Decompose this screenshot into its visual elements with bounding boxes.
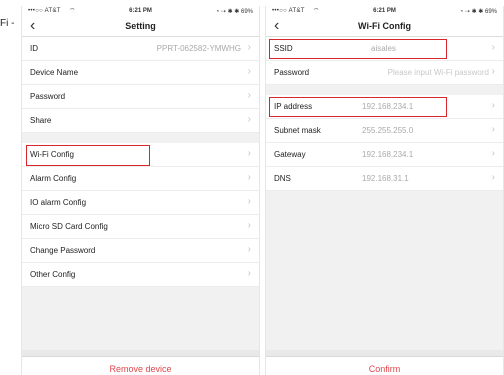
ip-address-label: IP address [274,102,313,111]
password-row[interactable]: Password Please input Wi-Fi password › [266,61,503,85]
gateway-row[interactable]: Gateway 192.168.234.1 › [266,143,503,167]
chevron-right-icon: › [491,124,495,135]
dns-value: 192.168.31.1 [362,174,409,183]
highlight-box [269,39,447,59]
chevron-right-icon: › [247,172,251,183]
settings-row-device-name[interactable]: Device Name › [22,61,259,85]
password-field[interactable]: Please input Wi-Fi password [388,68,489,77]
gateway-value: 192.168.234.1 [362,150,414,159]
chevron-right-icon: › [491,66,495,77]
battery-indicator: ◔ ⇢ ✱ ✱ 69% [216,8,253,15]
chevron-right-icon: › [247,148,251,159]
battery-text: ◔ ⇢ ✱ ✱ 69% [459,9,497,15]
chevron-right-icon: › [491,100,495,111]
remove-device-button[interactable]: Remove device [22,356,259,375]
chevron-right-icon: › [247,196,251,207]
dns-label: DNS [274,174,291,183]
subnet-mask-label: Subnet mask [274,126,321,135]
row-label: Share [30,116,52,125]
ssid-row[interactable]: SSID aisales › [266,37,503,61]
dns-row[interactable]: DNS 192.168.31.1 › [266,167,503,191]
subnet-mask-value: 255.255.255.0 [362,126,414,135]
ip-address-value: 192.168.234.1 [362,102,414,111]
settings-row-change-password[interactable]: Change Password › [22,239,259,263]
cropped-edge-text: Fi - [0,18,15,29]
ip-address-row[interactable]: IP address 192.168.234.1 › [266,95,503,119]
row-label: Device Name [30,68,79,77]
chevron-right-icon: › [247,90,251,101]
row-label: Micro SD Card Config [30,222,108,231]
settings-screen: •••○○ AT&T ⌔ 6:21 PM ◔ ⇢ ✱ ✱ 69% ‹ Setti… [21,6,260,375]
settings-row-id[interactable]: ID PPRT-062582-YMWHG › [22,37,259,61]
settings-row-sd-card-config[interactable]: Micro SD Card Config › [22,215,259,239]
settings-row-io-alarm-config[interactable]: IO alarm Config › [22,191,259,215]
chevron-right-icon: › [247,244,251,255]
subnet-mask-row[interactable]: Subnet mask 255.255.255.0 › [266,119,503,143]
chevron-right-icon: › [247,114,251,125]
row-label: Alarm Config [30,174,77,183]
page-title: Setting [125,21,156,31]
row-label: Other Config [30,270,76,279]
chevron-right-icon: › [491,42,495,53]
row-label: Password [30,92,66,101]
battery-text: ◔ ⇢ ✱ ✱ 69% [215,9,253,15]
chevron-right-icon: › [491,172,495,183]
group-separator [266,85,503,95]
nav-bar: ‹ Wi-Fi Config [266,17,503,37]
battery-indicator: ◔ ⇢ ✱ ✱ 69% [460,8,497,15]
row-label: ID [30,44,38,53]
chevron-right-icon: › [491,148,495,159]
row-label: Wi-Fi Config [30,150,75,159]
nav-bar: ‹ Setting [22,17,259,37]
chevron-right-icon: › [247,66,251,77]
ssid-label: SSID [274,44,293,53]
confirm-button[interactable]: Confirm [266,356,503,375]
device-id-value: PPRT-062582-YMWHG [156,44,241,53]
chevron-right-icon: › [247,268,251,279]
settings-row-password[interactable]: Password › [22,85,259,109]
chevron-right-icon: › [247,220,251,231]
status-bar: •••○○ AT&T ⌔ 6:21 PM ◔ ⇢ ✱ ✱ 69% [266,6,503,17]
settings-row-alarm-config[interactable]: Alarm Config › [22,167,259,191]
row-label: Change Password [30,246,96,255]
row-label: IO alarm Config [30,198,87,207]
wifi-config-screen: •••○○ AT&T ⌔ 6:21 PM ◔ ⇢ ✱ ✱ 69% ‹ Wi-Fi… [265,6,504,375]
password-label: Password [274,68,310,77]
ssid-value: aisales [371,44,396,53]
settings-row-share[interactable]: Share › [22,109,259,133]
settings-row-other-config[interactable]: Other Config › [22,263,259,287]
gateway-label: Gateway [274,150,306,159]
page-title: Wi-Fi Config [358,21,411,31]
chevron-right-icon: › [247,42,251,53]
group-separator [22,133,259,143]
status-bar: •••○○ AT&T ⌔ 6:21 PM ◔ ⇢ ✱ ✱ 69% [22,6,259,17]
settings-row-wifi-config[interactable]: Wi-Fi Config › [22,143,259,167]
